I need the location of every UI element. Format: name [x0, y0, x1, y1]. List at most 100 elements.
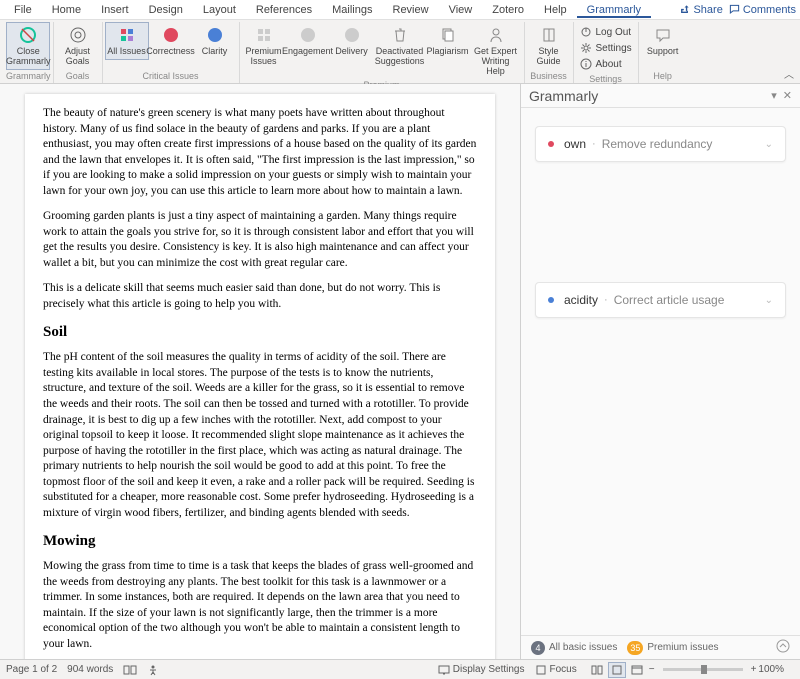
paragraph[interactable]: Grooming garden plants is just a tiny as… [43, 209, 477, 271]
accessibility-button[interactable] [147, 664, 159, 676]
support-button[interactable]: Support [641, 22, 685, 60]
get-expert-button[interactable]: Get Expert Writing Help [470, 22, 522, 80]
all-issues-button[interactable]: All Issues [105, 22, 149, 60]
scroll-top-button[interactable] [776, 639, 790, 656]
menu-bar: File Home Insert Design Layout Reference… [0, 0, 800, 20]
premium-issues-button[interactable]: Premium Issues [242, 22, 286, 70]
premium-issues-label[interactable]: Premium issues [647, 642, 718, 653]
clarity-icon [205, 25, 225, 45]
trash-icon [390, 25, 410, 45]
paragraph[interactable]: This is a delicate skill that seems much… [43, 281, 477, 312]
tab-insert[interactable]: Insert [91, 2, 139, 18]
document-viewport[interactable]: The beauty of nature's green scenery is … [0, 84, 520, 659]
zoom-level[interactable]: 100% [758, 664, 784, 675]
web-layout-button[interactable] [628, 662, 646, 678]
premium-count-badge: 35 [627, 641, 643, 655]
target-icon [68, 25, 88, 45]
plagiarism-button[interactable]: Plagiarism [426, 22, 470, 60]
adjust-goals-button[interactable]: Adjust Goals [56, 22, 100, 70]
tab-zotero[interactable]: Zotero [482, 2, 534, 18]
basic-issues-label[interactable]: All basic issues [549, 642, 617, 653]
print-layout-button[interactable] [608, 662, 626, 678]
grammarly-pane: Grammarly ▾ ✕ own · Remove redundancy ⌄ … [520, 84, 800, 659]
all-issues-icon [117, 25, 137, 45]
comment-icon [729, 4, 740, 15]
engagement-icon [298, 25, 318, 45]
issue-card[interactable]: acidity · Correct article usage ⌄ [535, 282, 786, 318]
about-button[interactable]: About [580, 56, 632, 72]
paragraph[interactable]: The pH content of the soil measures the … [43, 350, 477, 521]
pane-dropdown-button[interactable]: ▾ [771, 89, 777, 102]
pane-body[interactable]: own · Remove redundancy ⌄ acidity · Corr… [521, 108, 800, 635]
close-grammarly-button[interactable]: Close Grammarly [6, 22, 50, 70]
book-icon [539, 25, 559, 45]
display-settings-button[interactable]: Display Settings [438, 664, 525, 676]
plagiarism-icon [438, 25, 458, 45]
delivery-icon [342, 25, 362, 45]
paragraph[interactable]: The beauty of nature's green scenery is … [43, 106, 477, 199]
issue-dot-icon [548, 297, 554, 303]
info-icon [580, 58, 592, 70]
focus-icon [535, 664, 547, 676]
focus-button[interactable]: Focus [535, 664, 577, 676]
correctness-icon [161, 25, 181, 45]
tab-layout[interactable]: Layout [193, 2, 246, 18]
tab-references[interactable]: References [246, 2, 322, 18]
delivery-button[interactable]: Delivery [330, 22, 374, 60]
group-label: Help [653, 71, 672, 83]
tab-view[interactable]: View [439, 2, 483, 18]
collapse-ribbon-button[interactable]: ︿ [784, 66, 794, 81]
support-icon [653, 25, 673, 45]
tab-mailings[interactable]: Mailings [322, 2, 382, 18]
group-label: Critical Issues [142, 71, 198, 83]
chevron-icon: ⌄ [765, 139, 773, 150]
tab-review[interactable]: Review [383, 2, 439, 18]
issue-card[interactable]: own · Remove redundancy ⌄ [535, 126, 786, 162]
deactivated-suggestions-button[interactable]: Deactivated Suggestions [374, 22, 426, 70]
correctness-button[interactable]: Correctness [149, 22, 193, 60]
comments-button[interactable]: Comments [729, 4, 796, 16]
zoom-knob[interactable] [701, 665, 707, 674]
pane-title: Grammarly [529, 88, 765, 104]
issue-word: own [564, 137, 586, 151]
document-page[interactable]: The beauty of nature's green scenery is … [25, 94, 495, 659]
close-grammarly-icon [18, 25, 38, 45]
heading-soil[interactable]: Soil [43, 322, 477, 342]
pane-close-button[interactable]: ✕ [783, 89, 792, 102]
issue-dot-icon [548, 141, 554, 147]
chevron-icon: ⌄ [765, 295, 773, 306]
display-icon [438, 664, 450, 676]
read-mode-button[interactable] [588, 662, 606, 678]
tab-home[interactable]: Home [42, 2, 91, 18]
settings-button[interactable]: Settings [580, 40, 632, 56]
clarity-button[interactable]: Clarity [193, 22, 237, 60]
tab-file[interactable]: File [4, 2, 42, 18]
group-label: Settings [589, 74, 622, 86]
web-layout-icon [631, 665, 643, 675]
word-count[interactable]: 904 words [67, 664, 113, 675]
paragraph[interactable]: Mowing the grass from time to time is a … [43, 559, 477, 652]
page-indicator[interactable]: Page 1 of 2 [6, 664, 57, 675]
logout-button[interactable]: Log Out [580, 24, 632, 40]
spellcheck-button[interactable] [123, 664, 137, 676]
status-bar: Page 1 of 2 904 words Display Settings F… [0, 659, 800, 679]
share-icon [679, 4, 690, 15]
group-label: Goals [66, 71, 90, 83]
accessibility-icon [147, 664, 159, 676]
zoom-in-button[interactable]: + [751, 664, 757, 675]
engagement-button[interactable]: Engagement [286, 22, 330, 60]
basic-count-badge: 4 [531, 641, 545, 655]
zoom-slider[interactable] [663, 668, 743, 671]
share-button[interactable]: Share [679, 4, 722, 16]
heading-mowing[interactable]: Mowing [43, 531, 477, 551]
ribbon: Close Grammarly Grammarly Adjust Goals G… [0, 20, 800, 84]
tab-help[interactable]: Help [534, 2, 577, 18]
tab-design[interactable]: Design [139, 2, 193, 18]
expert-icon [486, 25, 506, 45]
tab-grammarly[interactable]: Grammarly [577, 2, 651, 18]
gear-icon [580, 42, 592, 54]
premium-icon [254, 25, 274, 45]
style-guide-button[interactable]: Style Guide [527, 22, 571, 70]
zoom-out-button[interactable]: − [649, 664, 655, 675]
logout-icon [580, 26, 592, 38]
